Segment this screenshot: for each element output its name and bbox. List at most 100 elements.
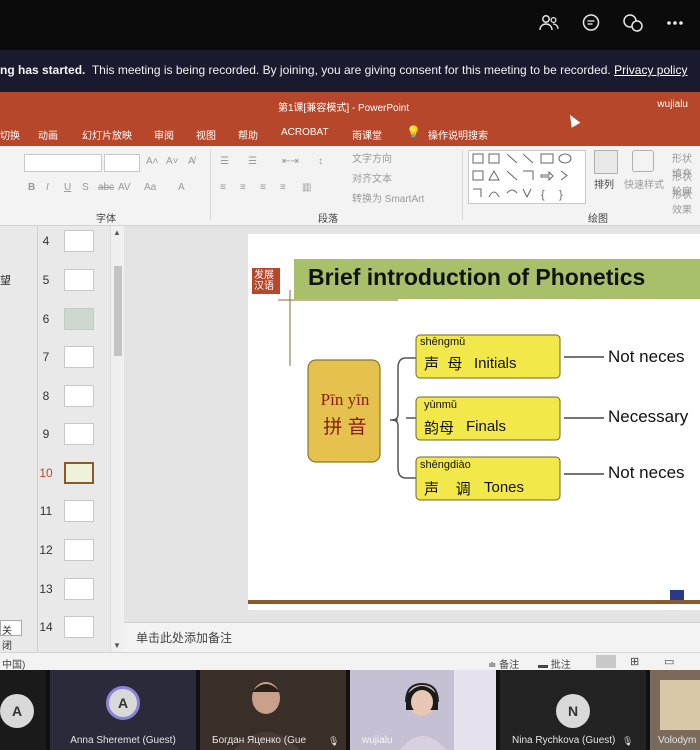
participant-tile[interactable]: wujialu: [350, 670, 496, 750]
indent-icon[interactable]: ⇤⇥: [282, 156, 299, 167]
thumbnail-image: [64, 462, 94, 484]
arrange-icon[interactable]: [594, 150, 618, 174]
scrollbar-thumb[interactable]: [114, 266, 122, 356]
scroll-down-icon[interactable]: ▼: [113, 641, 121, 650]
privacy-policy-link[interactable]: Privacy policy: [614, 63, 687, 77]
reading-view-icon[interactable]: ▭: [664, 655, 674, 668]
underline-icon[interactable]: U: [64, 182, 71, 193]
slide-thumbnail[interactable]: 12: [38, 539, 110, 569]
tab-animations[interactable]: 动画: [38, 127, 58, 142]
tab-view[interactable]: 视图: [196, 127, 216, 142]
slide-thumbnail[interactable]: 5: [38, 269, 110, 299]
tab-slideshow[interactable]: 幻灯片放映: [82, 127, 132, 142]
slide-thumbnail[interactable]: 9: [38, 423, 110, 453]
thumbnail-image: [64, 385, 94, 407]
normal-view-icon[interactable]: [596, 655, 616, 668]
slide-thumbnail[interactable]: 8: [38, 385, 110, 415]
thumbnail-image: [64, 230, 94, 252]
quick-styles-icon[interactable]: [632, 150, 654, 172]
chat-icon[interactable]: [580, 12, 602, 34]
paragraph-group-label: 段落: [318, 214, 338, 225]
slide-thumbnails: 4 5 6 7 8 9 10 11 12 13 14: [38, 226, 110, 652]
arrange-button[interactable]: 排列: [594, 176, 614, 191]
char-spacing-icon[interactable]: AV: [118, 182, 131, 193]
pinyin-latin: Pīn yīn: [320, 390, 370, 409]
badge-text: 发展 汉语: [254, 270, 274, 292]
line-spacing-icon[interactable]: ↕: [318, 156, 323, 167]
tab-rain-classroom[interactable]: 雨课堂: [352, 127, 382, 142]
clear-format-icon[interactable]: A̸: [188, 156, 195, 167]
bold-icon[interactable]: B: [28, 182, 35, 193]
close-panel-button[interactable]: 关闭: [0, 620, 22, 652]
tab-help[interactable]: 帮助: [238, 127, 258, 142]
tell-me-search[interactable]: 操作说明搜索: [428, 127, 488, 142]
tones-pinyin: shēngdiào: [420, 459, 471, 471]
font-size-dropdown[interactable]: [104, 154, 140, 172]
font-name-dropdown[interactable]: [24, 154, 102, 172]
quick-styles-button[interactable]: 快速样式: [624, 176, 664, 191]
initials-han: 声 母: [424, 356, 463, 373]
svg-text:{: {: [541, 189, 545, 201]
decrease-font-icon[interactable]: A˅: [166, 156, 179, 167]
scroll-up-icon[interactable]: ▲: [113, 228, 121, 237]
change-case-icon[interactable]: Aa: [144, 182, 156, 193]
align-center-icon[interactable]: ≡: [240, 182, 246, 193]
justify-icon[interactable]: ≡: [280, 182, 286, 193]
thumbnail-image: [64, 423, 94, 445]
slide-thumbnail[interactable]: 4: [38, 230, 110, 260]
tab-transitions[interactable]: 切换: [0, 127, 20, 142]
tab-review[interactable]: 审阅: [154, 127, 174, 142]
italic-icon[interactable]: I: [46, 182, 49, 193]
participant-tile[interactable]: N Nina Rychkova (Guest) 🎙: [500, 670, 646, 750]
status-bar: 中国) ≐ 备注 ▬ 批注 ⊞ ▭: [0, 652, 700, 670]
slide-thumbnail-selected[interactable]: 10: [38, 462, 110, 492]
align-right-icon[interactable]: ≡: [260, 182, 266, 193]
shared-powerpoint-window: 第1课[兼容模式] - PowerPoint wujialu 切换 动画 幻灯片…: [0, 92, 700, 670]
font-color-icon[interactable]: A: [178, 182, 185, 193]
participant-tile[interactable]: A: [0, 670, 46, 750]
more-options-icon[interactable]: [664, 12, 686, 34]
numbering-icon[interactable]: ☰: [248, 156, 257, 167]
initials-note: Not neces: [608, 347, 685, 366]
slide-sorter-icon[interactable]: ⊞: [630, 655, 639, 668]
participant-tile[interactable]: Богдан Яценко (Gue 🎙: [200, 670, 346, 750]
reactions-icon[interactable]: [622, 12, 644, 34]
comments-button[interactable]: ▬ 批注: [538, 656, 571, 670]
notes-toggle-button[interactable]: ≐ 备注: [488, 656, 519, 670]
participants-icon[interactable]: [538, 12, 560, 34]
avatar: A: [106, 686, 140, 720]
thumbnail-scrollbar[interactable]: ▲ ▼: [110, 226, 124, 652]
bullets-icon[interactable]: ☰: [220, 156, 229, 167]
pinyin-han: 拼 音: [323, 417, 367, 438]
strikethrough-icon[interactable]: abc: [98, 182, 114, 193]
align-text-button[interactable]: 对齐文本: [352, 170, 392, 185]
notes-pane[interactable]: 单击此处添加备注: [124, 622, 700, 652]
ribbon-separator: [210, 150, 211, 220]
shape-effects-button[interactable]: 形状效果: [672, 186, 700, 216]
thumbnail-image: [64, 578, 94, 600]
text-direction-button[interactable]: 文字方向: [352, 150, 392, 165]
columns-icon[interactable]: ▥: [302, 182, 311, 193]
shadow-icon[interactable]: S: [82, 182, 89, 193]
align-left-icon[interactable]: ≡: [220, 182, 226, 193]
language-indicator: 中国): [2, 660, 26, 670]
left-panel: 望 关闭: [0, 226, 38, 652]
ribbon-separator: [462, 150, 463, 220]
current-slide[interactable]: 发展 汉语 Brief introduction of Phonetics Pī…: [248, 234, 700, 610]
slide-thumbnail[interactable]: 6: [38, 308, 110, 338]
notes-placeholder: 单击此处添加备注: [136, 631, 233, 645]
thumbnail-image: [64, 539, 94, 561]
participant-tile[interactable]: A Anna Sheremet (Guest): [50, 670, 196, 750]
shapes-gallery[interactable]: {}: [468, 150, 586, 204]
slide-thumbnail[interactable]: 11: [38, 500, 110, 530]
participant-tile[interactable]: Volodym: [650, 670, 700, 750]
thumbnail-image: [64, 346, 94, 368]
slide-thumbnail[interactable]: 13: [38, 578, 110, 608]
slide-thumbnail[interactable]: 14: [38, 616, 110, 646]
font-group-label: 字体: [96, 214, 116, 225]
slide-thumbnail[interactable]: 7: [38, 346, 110, 376]
increase-font-icon[interactable]: A˄: [146, 156, 159, 167]
convert-smartart-button[interactable]: 转换为 SmartArt: [352, 190, 424, 205]
initials-pinyin: shēngmǔ: [420, 336, 466, 348]
tab-acrobat[interactable]: ACROBAT: [281, 127, 329, 138]
